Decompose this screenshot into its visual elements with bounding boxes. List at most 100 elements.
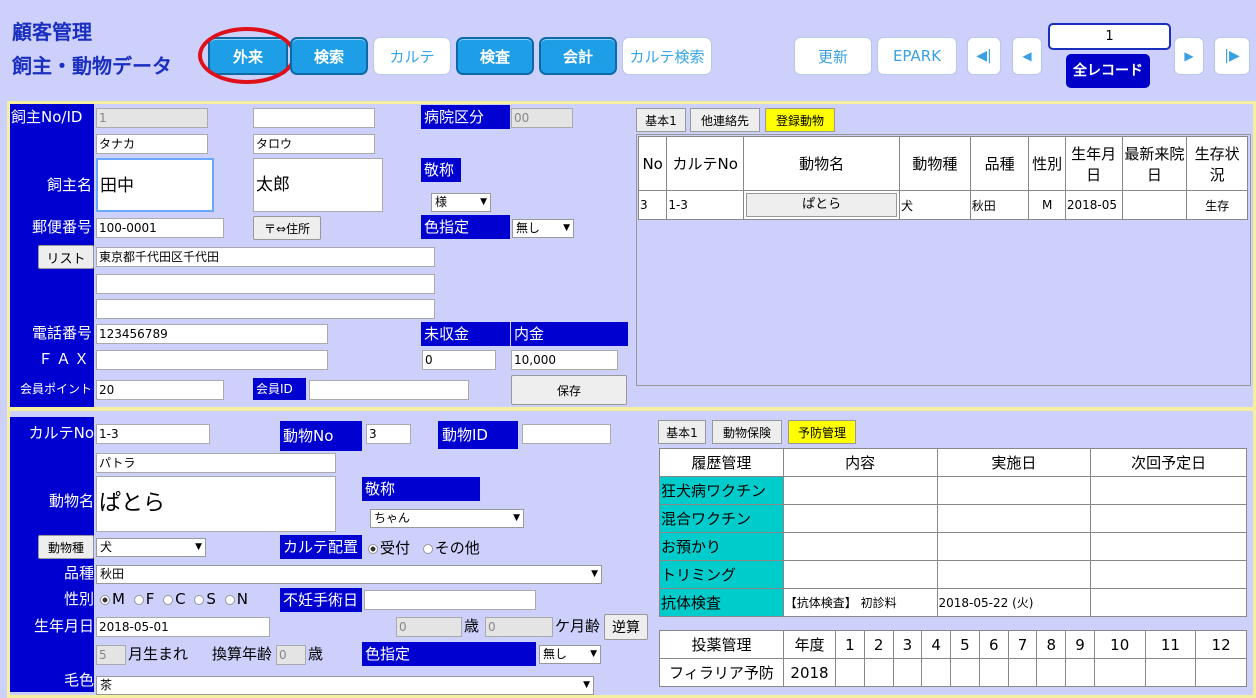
kensa-button[interactable]: 検査 xyxy=(456,37,534,75)
species-select[interactable]: 犬 ▼ xyxy=(96,538,206,557)
placement-radio-reception[interactable] xyxy=(368,543,378,554)
karute-kensaku-button[interactable]: カルテ検索 xyxy=(622,37,712,75)
species-button[interactable]: 動物種 xyxy=(38,535,94,559)
animal-name-label: 動物名 xyxy=(48,492,94,510)
member-id-label: 会員ID xyxy=(253,378,306,400)
animal-name-button[interactable]: ぱとら xyxy=(746,193,897,217)
conv-age-label: 換算年齢 xyxy=(212,645,273,663)
karute-button[interactable]: カルテ xyxy=(373,37,451,75)
animal-id-field[interactable] xyxy=(522,424,611,444)
save-button[interactable]: 保存 xyxy=(511,375,627,405)
last-record-icon[interactable]: |▶ xyxy=(1214,37,1250,75)
animal-color-label: 色指定 xyxy=(362,642,536,666)
prev-record-icon[interactable]: ◀ xyxy=(1012,37,1042,75)
owner-last-name-field[interactable]: 田中 xyxy=(96,158,214,212)
owner-no-field[interactable]: 1 xyxy=(96,108,208,128)
coat-select[interactable]: 茶 ▼ xyxy=(96,676,594,695)
table-header-row: No カルテNo 動物名 動物種 品種 性別 生年月日 最新来院日 生存状況 xyxy=(637,136,1248,191)
age-months-unit: ケ月齢 xyxy=(555,617,601,635)
sterile-field[interactable] xyxy=(364,590,536,610)
owner-color-select[interactable]: 無し ▼ xyxy=(512,219,574,238)
zip-address-button[interactable]: 〒⇔住所 xyxy=(253,216,321,240)
age-years-unit: 歳 xyxy=(464,617,480,635)
animal-name-field[interactable]: ぱとら xyxy=(96,476,336,532)
sex-radio-s[interactable] xyxy=(194,594,205,605)
placement-radio-group[interactable]: 受付 その他 xyxy=(368,537,480,558)
table-row[interactable]: 抗体検査 【抗体検査】 初診料 2018-05-22 (火) xyxy=(659,588,1247,617)
fax-field[interactable] xyxy=(96,350,328,370)
koushin-button[interactable]: 更新 xyxy=(794,37,872,75)
member-id-field[interactable] xyxy=(309,380,469,400)
karute-no-label: カルテNo xyxy=(28,424,94,442)
hospital-label: 病院区分 xyxy=(421,105,510,129)
table-row[interactable]: 混合ワクチン xyxy=(659,504,1247,533)
conv-age-field[interactable]: 0 xyxy=(276,645,306,665)
record-number-input[interactable]: 1 xyxy=(1048,23,1171,50)
animal-color-select[interactable]: 無し ▼ xyxy=(539,645,601,664)
sex-radio-f[interactable] xyxy=(133,594,144,605)
calc-button[interactable]: 逆算 xyxy=(604,614,648,640)
animal-kana-field[interactable]: パトラ xyxy=(96,453,336,473)
all-records-button[interactable]: 全レコード xyxy=(1066,54,1150,88)
sex-radio-group[interactable]: M F C S N xyxy=(100,590,248,608)
point-label: 会員ポイント xyxy=(19,382,92,396)
address-field-2[interactable] xyxy=(96,274,435,294)
table-row[interactable]: 狂犬病ワクチン xyxy=(659,476,1247,505)
placement-label: カルテ配置 xyxy=(280,535,362,559)
animals-table: No カルテNo 動物名 動物種 品種 性別 生年月日 最新来院日 生存状況 3… xyxy=(637,136,1248,220)
page-subtitle: 飼主・動物データ xyxy=(12,54,172,78)
address-field-3[interactable] xyxy=(96,299,435,319)
age-months-field[interactable]: 0 xyxy=(485,617,553,637)
table-row[interactable]: フィラリア予防 2018 xyxy=(659,658,1247,687)
placement-radio-other[interactable] xyxy=(422,543,433,554)
table-row[interactable]: 3 1-3 ぱとら 犬 秋田 M 2018-05 生存 xyxy=(637,190,1248,220)
point-field[interactable]: 20 xyxy=(96,380,224,400)
coat-label: 毛色 xyxy=(63,671,94,689)
tab-other-contacts[interactable]: 他連絡先 xyxy=(690,108,760,132)
conv-age-unit: 歳 xyxy=(308,645,324,663)
birth-month-field[interactable]: 5 xyxy=(96,645,126,665)
epark-button[interactable]: EPARK xyxy=(877,37,957,75)
owner-id-field[interactable] xyxy=(253,108,375,128)
tab-animal-insurance[interactable]: 動物保険 xyxy=(712,420,782,444)
list-button[interactable]: リスト xyxy=(38,245,94,269)
owner-kana-last-field[interactable]: タナカ xyxy=(96,134,208,154)
fax-label: ＦＡＸ xyxy=(37,350,92,368)
unpaid-field[interactable]: 0 xyxy=(422,350,496,370)
next-record-icon[interactable]: ▶ xyxy=(1174,37,1204,75)
owner-keisho-select[interactable]: 様 ▼ xyxy=(431,193,491,212)
table-row[interactable]: トリミング xyxy=(659,560,1247,589)
tab-basic1-animal[interactable]: 基本1 xyxy=(658,420,706,444)
animal-no-field[interactable]: 3 xyxy=(366,424,411,444)
sex-radio-c[interactable] xyxy=(163,594,174,605)
kensaku-button[interactable]: 検索 xyxy=(290,37,368,75)
birth-month-unit: 月生まれ xyxy=(128,645,189,663)
sex-radio-m[interactable] xyxy=(100,594,110,605)
deposit-label: 内金 xyxy=(511,322,628,346)
sex-radio-n[interactable] xyxy=(224,594,235,605)
animal-no-label: 動物No xyxy=(280,421,362,451)
unpaid-label: 未収金 xyxy=(421,322,510,346)
tab-basic1-owner[interactable]: 基本1 xyxy=(636,108,686,132)
table-header-row: 投薬管理 年度 123 456 789 10 11 12 xyxy=(659,630,1247,659)
karute-no-field[interactable]: 1-3 xyxy=(96,424,210,444)
table-row[interactable]: お預かり xyxy=(659,532,1247,561)
zip-field[interactable]: 100-0001 xyxy=(96,218,224,238)
tel-field[interactable]: 123456789 xyxy=(96,324,328,344)
tab-prevention[interactable]: 予防管理 xyxy=(788,420,856,444)
kaikei-button[interactable]: 会計 xyxy=(539,37,617,75)
sterile-label: 不妊手術日 xyxy=(280,588,362,612)
first-record-icon[interactable]: ◀| xyxy=(967,37,1001,75)
tab-registered-animals[interactable]: 登録動物 xyxy=(765,108,835,132)
deposit-field[interactable]: 10,000 xyxy=(511,350,618,370)
animal-keisho-label: 敬称 xyxy=(362,477,480,501)
owner-name-label: 飼主名 xyxy=(46,176,92,194)
owner-kana-first-field[interactable]: タロウ xyxy=(253,134,375,154)
breed-select[interactable]: 秋田 ▼ xyxy=(96,565,602,584)
age-years-field[interactable]: 0 xyxy=(396,617,462,637)
hospital-field[interactable]: 00 xyxy=(511,108,573,128)
address-field-1[interactable]: 東京都千代田区千代田 xyxy=(96,247,435,267)
animal-keisho-select[interactable]: ちゃん ▼ xyxy=(370,509,524,528)
owner-first-name-field[interactable]: 太郎 xyxy=(253,158,383,212)
birth-field[interactable]: 2018-05-01 xyxy=(96,617,270,637)
